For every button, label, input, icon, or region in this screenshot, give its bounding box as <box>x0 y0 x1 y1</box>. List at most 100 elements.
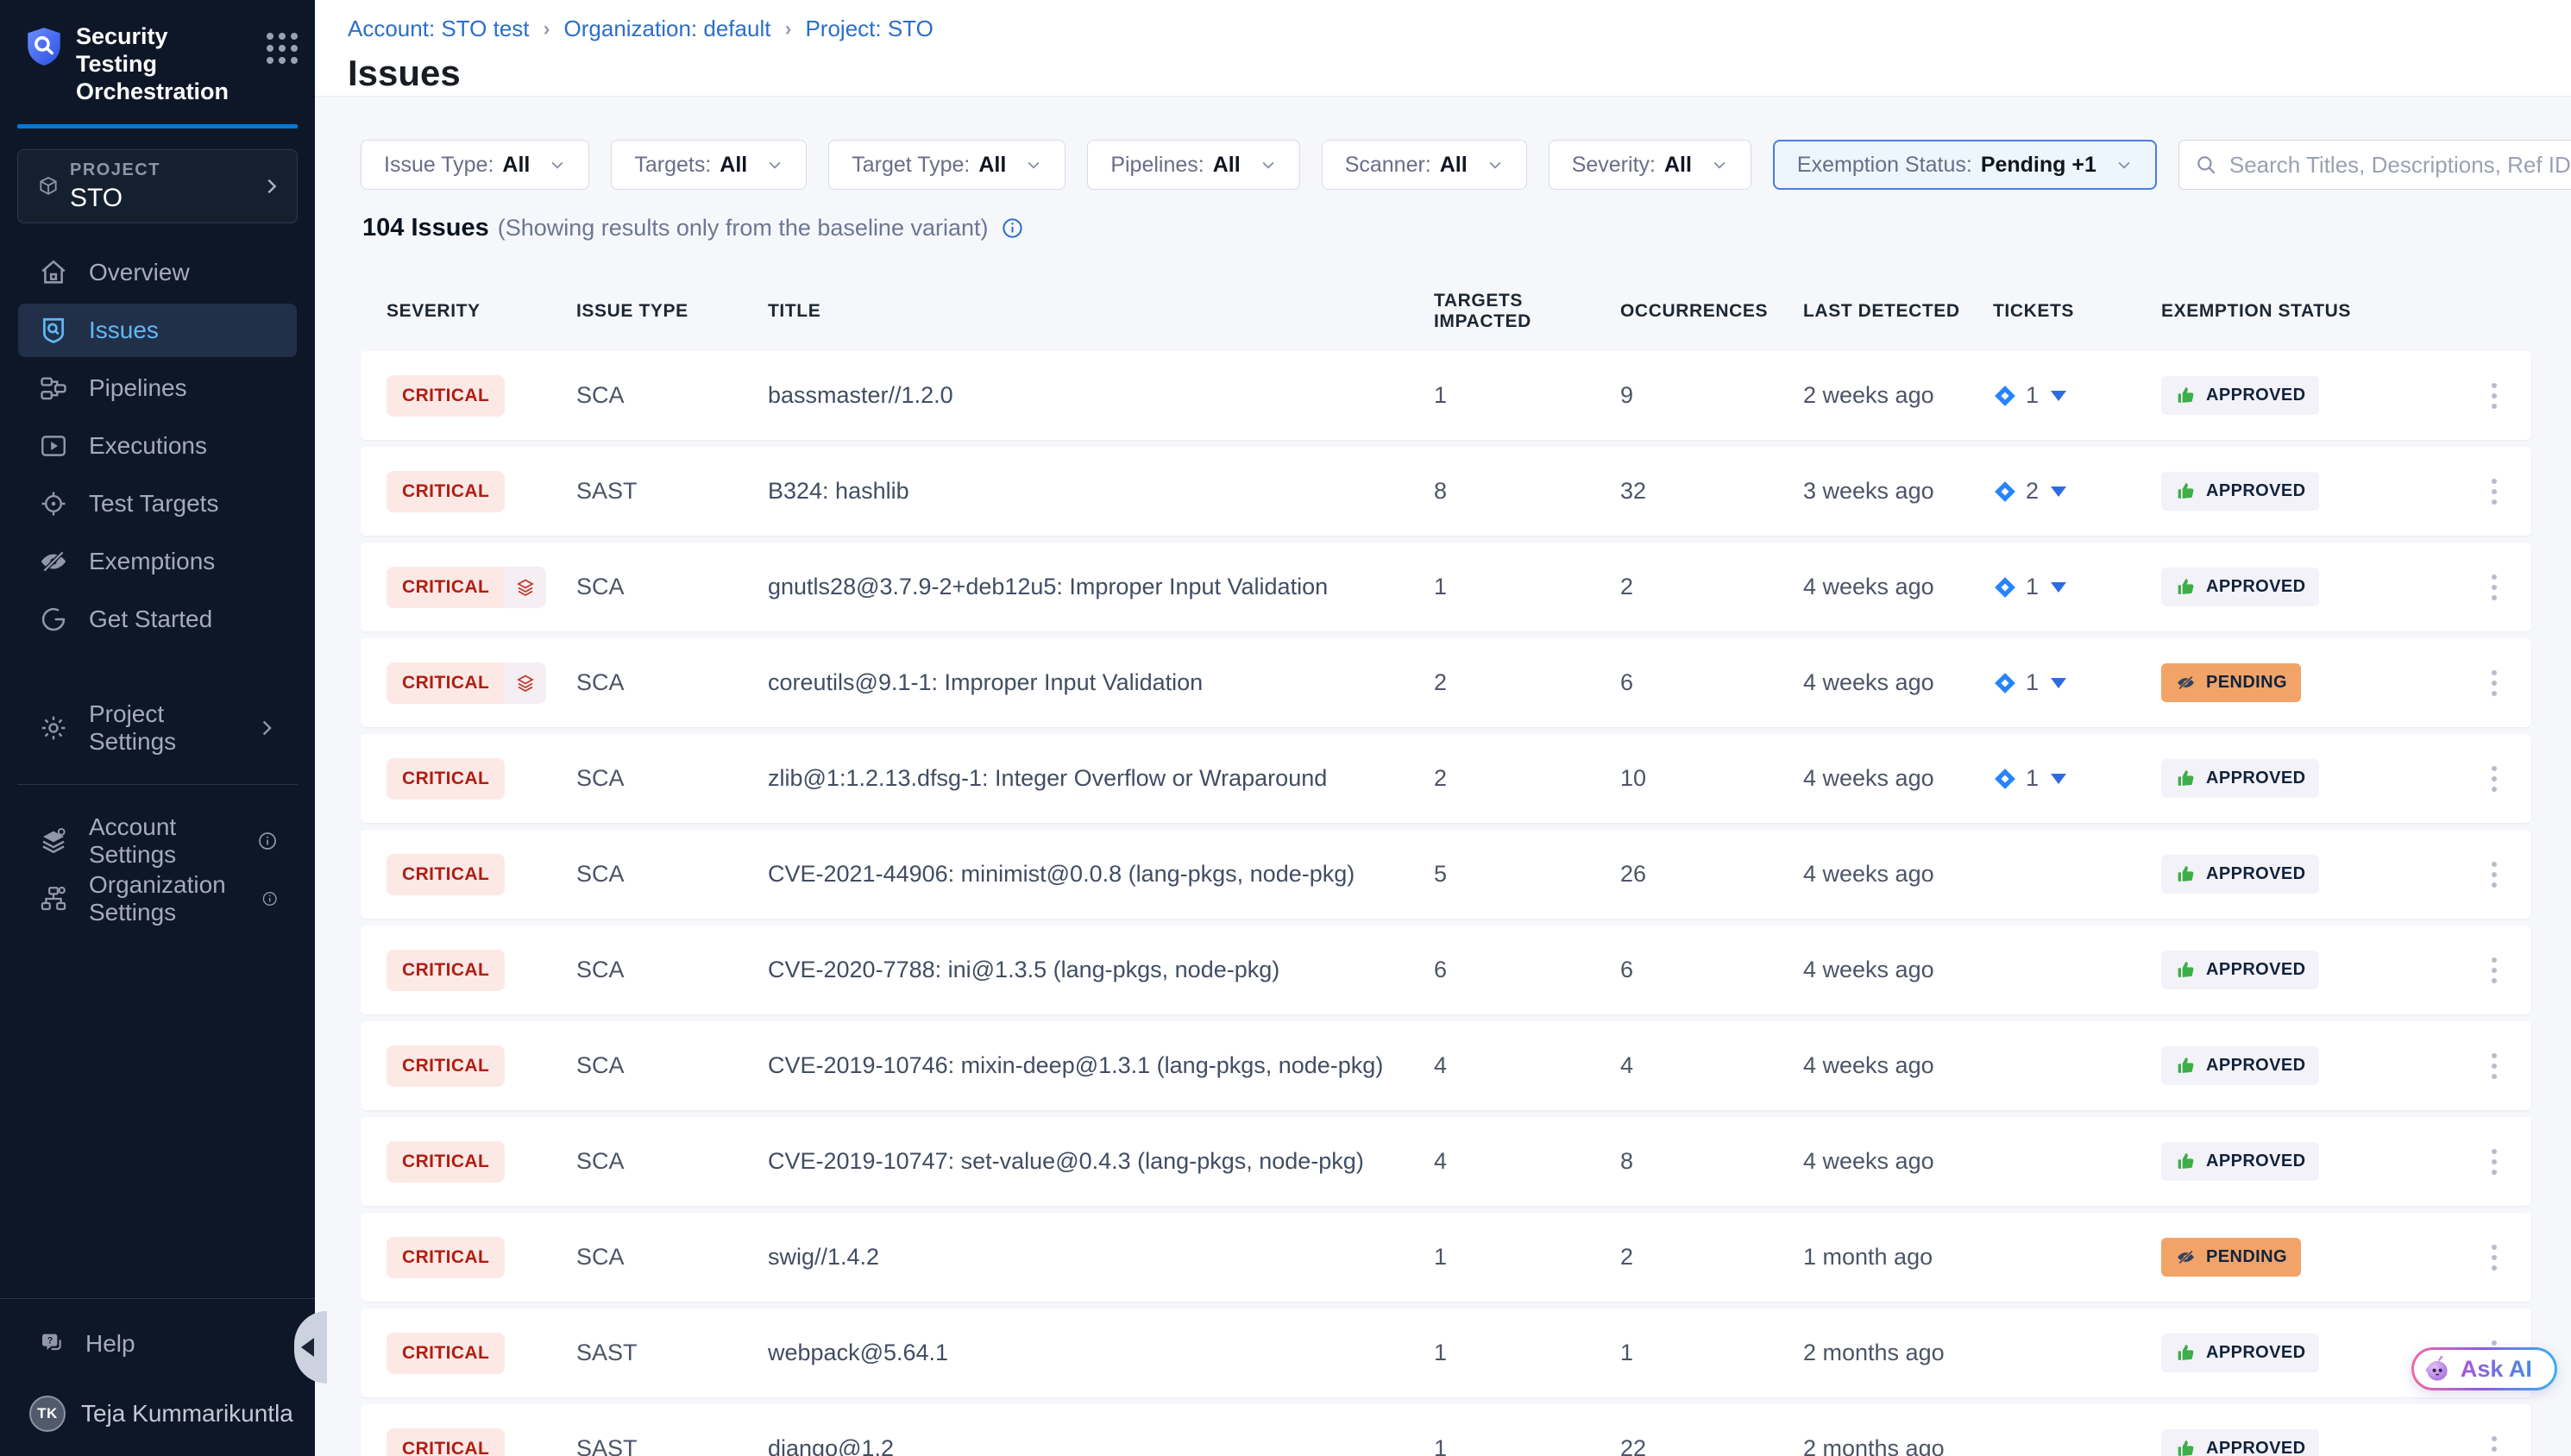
sidebar-item-get-started[interactable]: Get Started <box>18 593 297 646</box>
sidebar-item-executions[interactable]: Executions <box>18 419 297 473</box>
issue-title-cell[interactable]: gnutls28@3.7.9-2+deb12u5: Improper Input… <box>768 574 1434 600</box>
thumbs-up-icon <box>2175 385 2197 406</box>
user-menu[interactable]: TK Teja Kummarikuntla <box>0 1396 315 1432</box>
sidebar-item-project-settings[interactable]: Project Settings <box>18 701 297 755</box>
sidebar-item-overview[interactable]: Overview <box>18 246 297 299</box>
project-name: STO <box>70 184 160 213</box>
issue-title-cell[interactable]: webpack@5.64.1 <box>768 1340 1434 1366</box>
row-menu-button[interactable] <box>2492 1434 2497 1456</box>
row-menu-button[interactable] <box>2492 476 2497 507</box>
sidebar-item-label: Organization Settings <box>89 871 261 926</box>
last-detected-cell: 4 weeks ago <box>1803 1052 1993 1079</box>
row-menu-button[interactable] <box>2492 1051 2497 1082</box>
filter-target-type[interactable]: Target Type: All <box>828 140 1065 190</box>
info-icon[interactable] <box>1001 217 1024 240</box>
table-row[interactable]: CRITICAL SAST django@1.2 1 22 2 months a… <box>361 1404 2531 1456</box>
issue-title-cell[interactable]: CVE-2019-10747: set-value@0.4.3 (lang-pk… <box>768 1148 1434 1175</box>
filter-value: All <box>502 153 530 178</box>
table-row[interactable]: CRITICAL SCA coreutils@9.1-1: Improper I… <box>361 638 2531 727</box>
help-chat-icon: ? <box>39 1330 66 1358</box>
issue-title-cell[interactable]: bassmaster//1.2.0 <box>768 382 1434 409</box>
issue-title-cell[interactable]: django@1.2 <box>768 1435 1434 1456</box>
sidebar-item-label: Issues <box>89 317 159 344</box>
table-row[interactable]: CRITICAL SCA gnutls28@3.7.9-2+deb12u5: I… <box>361 543 2531 631</box>
filter-targets[interactable]: Targets: All <box>611 140 807 190</box>
row-menu-button[interactable] <box>2492 668 2497 699</box>
occurrences-cell: 22 <box>1620 1435 1803 1456</box>
chevron-down-icon <box>1260 156 1277 173</box>
info-icon[interactable] <box>261 888 278 910</box>
targets-impacted-cell: 5 <box>1434 861 1620 888</box>
exemption-status-label: APPROVED <box>2206 960 2305 980</box>
table-row[interactable]: CRITICAL SCA CVE-2020-7788: ini@1.3.5 (l… <box>361 926 2531 1014</box>
info-icon[interactable] <box>257 830 278 852</box>
issue-title-cell[interactable]: B324: hashlib <box>768 478 1434 505</box>
ticket-caret-icon[interactable] <box>2051 582 2066 593</box>
last-detected-cell: 4 weeks ago <box>1803 669 1993 696</box>
row-menu-button[interactable] <box>2492 1242 2497 1273</box>
severity-badge: CRITICAL <box>387 1141 505 1183</box>
search-input[interactable] <box>2229 152 2571 179</box>
module-grid-icon[interactable] <box>267 33 298 64</box>
row-menu-button[interactable] <box>2492 1146 2497 1177</box>
issue-title-cell[interactable]: zlib@1:1.2.13.dfsg-1: Integer Overflow o… <box>768 765 1434 792</box>
sidebar-item-account-settings[interactable]: Account Settings <box>18 814 297 868</box>
filter-issue-type[interactable]: Issue Type: All <box>361 140 589 190</box>
row-menu-button[interactable] <box>2492 572 2497 603</box>
severity-badge-label: CRITICAL <box>387 950 505 991</box>
table-row[interactable]: CRITICAL SCA bassmaster//1.2.0 1 9 2 wee… <box>361 351 2531 440</box>
project-selector[interactable]: PROJECT STO <box>17 149 298 223</box>
filter-value: All <box>978 153 1006 178</box>
filter-scanner[interactable]: Scanner: All <box>1322 140 1527 190</box>
sidebar-item-pipelines[interactable]: Pipelines <box>18 361 297 415</box>
table-row[interactable]: CRITICAL SAST B324: hashlib 8 32 3 weeks… <box>361 447 2531 536</box>
help-button[interactable]: ? Help <box>0 1330 315 1358</box>
get-started-icon <box>39 605 68 634</box>
chevron-down-icon <box>549 156 566 173</box>
issue-title-cell[interactable]: CVE-2021-44906: minimist@0.0.8 (lang-pkg… <box>768 861 1434 888</box>
filter-severity[interactable]: Severity: All <box>1549 140 1751 190</box>
sidebar-item-exemptions[interactable]: Exemptions <box>18 535 297 588</box>
filter-pipelines[interactable]: Pipelines: All <box>1087 140 1299 190</box>
ticket-caret-icon[interactable] <box>2051 774 2066 784</box>
row-menu-button[interactable] <box>2492 859 2497 890</box>
issue-title-cell[interactable]: swig//1.4.2 <box>768 1244 1434 1271</box>
divider <box>17 784 298 785</box>
exemption-status-badge: APPROVED <box>2161 472 2319 511</box>
severity-badge-label: CRITICAL <box>387 1428 505 1456</box>
row-menu-button[interactable] <box>2492 955 2497 986</box>
sidebar-item-issues[interactable]: Issues <box>18 304 297 357</box>
ask-ai-button[interactable]: Ask AI <box>2411 1347 2557 1390</box>
table-row[interactable]: CRITICAL SCA CVE-2019-10747: set-value@0… <box>361 1117 2531 1206</box>
column-header-last-detected: LAST DETECTED <box>1803 301 1993 322</box>
eye-off-icon <box>2175 1246 2197 1268</box>
ticket-caret-icon[interactable] <box>2051 678 2066 688</box>
breadcrumb-account[interactable]: Account: STO test <box>348 16 530 42</box>
ticket-caret-icon[interactable] <box>2051 391 2066 401</box>
table-row[interactable]: CRITICAL SAST webpack@5.64.1 1 1 2 month… <box>361 1309 2531 1397</box>
row-menu-button[interactable] <box>2492 763 2497 794</box>
table-row[interactable]: CRITICAL SCA swig//1.4.2 1 2 1 month ago… <box>361 1213 2531 1302</box>
filter-exemption-status[interactable]: Exemption Status: Pending +1 <box>1773 140 2157 190</box>
exemption-status-badge: APPROVED <box>2161 568 2319 606</box>
avatar: TK <box>29 1396 66 1432</box>
row-menu-button[interactable] <box>2492 380 2497 411</box>
issue-title-cell[interactable]: CVE-2019-10746: mixin-deep@1.3.1 (lang-p… <box>768 1052 1434 1079</box>
column-header-occurrences: OCCURRENCES <box>1620 301 1803 322</box>
severity-badge-label: CRITICAL <box>387 1237 505 1278</box>
exemption-status-label: APPROVED <box>2206 1056 2305 1076</box>
table-row[interactable]: CRITICAL SCA zlib@1:1.2.13.dfsg-1: Integ… <box>361 734 2531 823</box>
breadcrumb-organization[interactable]: Organization: default <box>564 16 771 42</box>
issue-type-cell: SCA <box>576 957 768 983</box>
issue-title-cell[interactable]: coreutils@9.1-1: Improper Input Validati… <box>768 669 1434 696</box>
ticket-count: 1 <box>2026 382 2039 409</box>
sidebar-item-organization-settings[interactable]: Organization Settings <box>18 872 297 926</box>
table-row[interactable]: CRITICAL SCA CVE-2021-44906: minimist@0.… <box>361 830 2531 919</box>
sidebar-item-test-targets[interactable]: Test Targets <box>18 477 297 530</box>
thumbs-up-icon <box>2175 1438 2197 1456</box>
breadcrumb-project[interactable]: Project: STO <box>805 16 933 42</box>
table-row[interactable]: CRITICAL SCA CVE-2019-10746: mixin-deep@… <box>361 1021 2531 1110</box>
ticket-caret-icon[interactable] <box>2051 486 2066 497</box>
issue-title-cell[interactable]: CVE-2020-7788: ini@1.3.5 (lang-pkgs, nod… <box>768 957 1434 983</box>
sto-shield-logo-icon <box>22 24 66 69</box>
